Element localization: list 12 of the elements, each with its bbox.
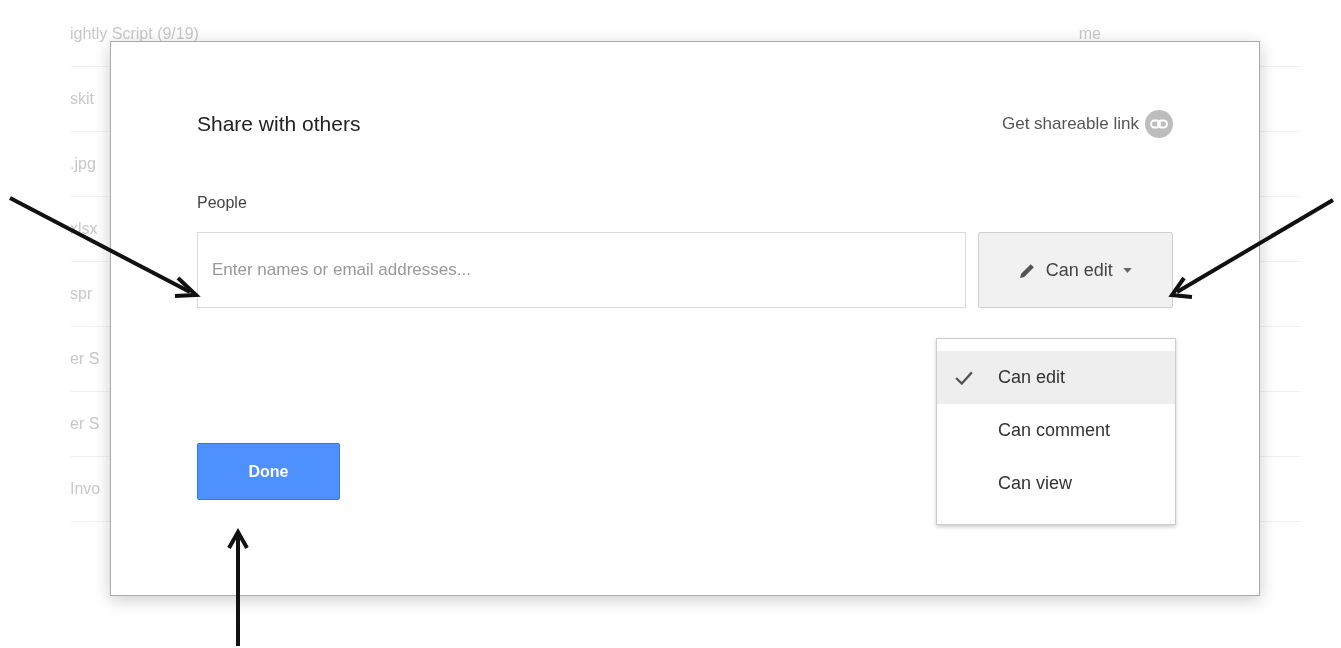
pencil-icon	[1018, 261, 1036, 279]
dialog-title: Share with others	[197, 112, 361, 136]
menu-item[interactable]: Can edit	[937, 351, 1175, 404]
menu-item[interactable]: Can comment	[937, 404, 1175, 457]
people-input[interactable]: Enter names or email addresses...	[197, 232, 966, 308]
permission-dropdown[interactable]: Can edit	[977, 232, 1173, 308]
menu-item[interactable]: Can view	[937, 457, 1175, 510]
people-label: People	[197, 194, 248, 212]
shareable-link[interactable]: Get shareable link	[1001, 110, 1173, 138]
caret-icon	[1122, 267, 1132, 273]
link-icon	[1145, 110, 1173, 138]
check-icon	[955, 371, 973, 385]
